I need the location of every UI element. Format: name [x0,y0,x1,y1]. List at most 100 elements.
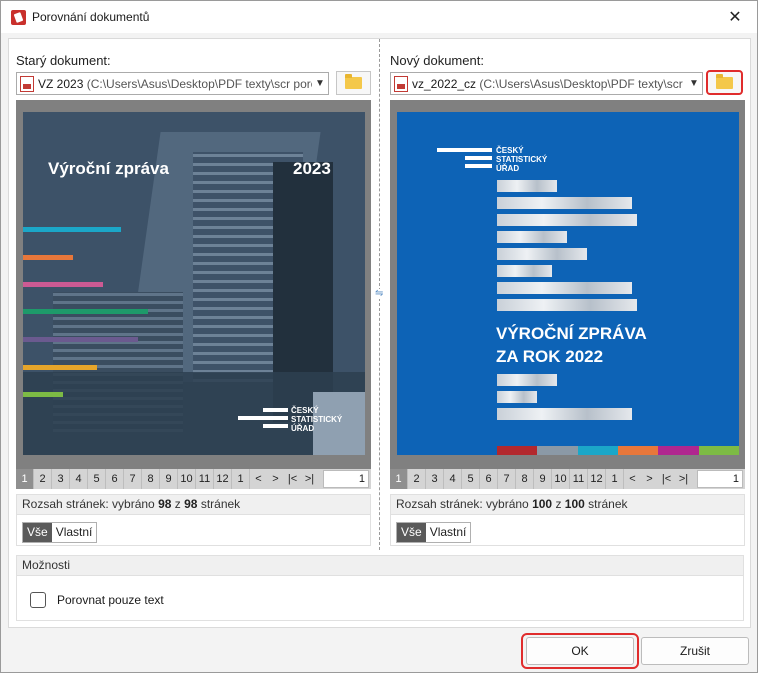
options-group: Možnosti Porovnat pouze text [16,555,744,621]
old-page-3[interactable]: 3 [52,469,70,489]
new-cover-footer-segment [698,446,739,455]
new-doc-select[interactable]: vz_2022_cz (C:\Users\Asus\Desktop\PDF te… [390,72,703,95]
new-logo-line3: ÚŘAD [496,164,520,173]
new-doc-cover: ČESKÝ STATISTICKÝ ÚŘAD VÝROČNÍ ZPRÁVA ZA… [397,112,739,455]
new-page-10[interactable]: 10 [552,469,570,489]
new-page-8[interactable]: 8 [516,469,534,489]
old-doc-page-input[interactable]: 1 [323,470,369,488]
first-page-icon[interactable]: |< [284,469,301,489]
new-doc-page-input[interactable]: 1 [697,470,743,488]
old-cover-bar [23,282,103,287]
folder-icon [345,74,362,89]
new-page-11[interactable]: 11 [570,469,588,489]
old-doc-preview: Výroční zpráva 2023 ČESKÝ STATISTICKÝ ÚŘ… [16,100,371,469]
title-bar: Porovnání dokumentů ✕ [1,1,757,33]
old-logo-line2: STATISTICKÝ [291,415,343,424]
chevron-down-icon[interactable]: ▼ [312,78,328,89]
close-icon[interactable]: ✕ [713,1,757,33]
new-cover-color-footer [497,446,739,455]
last-page-icon[interactable]: >| [301,469,318,489]
old-doc-browse-button[interactable] [336,71,371,95]
last-page-icon[interactable]: >| [675,469,692,489]
prev-page-icon[interactable]: < [624,469,641,489]
old-cover-bar [23,392,63,397]
new-cover-footer-segment [577,446,618,455]
new-range-custom-button[interactable]: Vlastní [425,523,471,542]
pdf-file-icon [394,75,408,92]
old-cover-bar [23,337,138,342]
new-cover-footer-segment [617,446,659,455]
old-page-1[interactable]: 1 [16,469,34,489]
old-range-text: Rozsah stránek: vybráno 98 z 98 stránek [17,495,370,515]
new-doc-file-path: (C:\Users\Asus\Desktop\PDF texty\scr po [476,76,686,91]
old-page-9[interactable]: 9 [160,469,178,489]
prev-page-icon[interactable]: < [250,469,267,489]
new-page-6[interactable]: 6 [480,469,498,489]
cancel-button[interactable]: Zrušit [641,637,749,665]
old-page-13[interactable]: 1 [232,469,250,489]
text-only-checkbox[interactable] [30,592,46,608]
old-doc-label: Starý dokument: [16,53,111,68]
old-cover-bar [23,227,121,232]
new-doc-file-name: vz_2022_cz [412,76,477,91]
new-page-12[interactable]: 12 [588,469,606,489]
old-cover-bar [23,365,97,370]
new-cover-footer-segment [497,446,538,455]
new-page-1[interactable]: 1 [390,469,408,489]
app-icon [11,10,26,25]
next-page-icon[interactable]: > [267,469,284,489]
ok-button[interactable]: OK [526,637,634,665]
old-cover-bar [23,255,73,260]
next-page-icon[interactable]: > [641,469,658,489]
new-range-text: Rozsah stránek: vybráno 100 z 100 stráne… [391,495,744,515]
new-page-2[interactable]: 2 [408,469,426,489]
old-doc-file-path: (C:\Users\Asus\Desktop\PDF texty\scr por… [83,76,312,91]
chevron-down-icon[interactable]: ▼ [686,78,702,89]
new-cover-title-line2: ZA ROK 2022 [496,347,604,366]
old-page-8[interactable]: 8 [142,469,160,489]
old-cover-bar [23,309,148,314]
old-page-7[interactable]: 7 [124,469,142,489]
folder-icon [716,73,733,89]
old-page-2[interactable]: 2 [34,469,52,489]
new-page-13[interactable]: 1 [606,469,624,489]
dialog-content: Starý dokument: VZ 2023 (C:\Users\Asus\D… [8,38,751,628]
new-range-toggle: Vše Vlastní [396,522,472,543]
text-only-label: Porovnat pouze text [57,593,164,607]
old-cover-title: Výroční zpráva [48,159,169,178]
old-doc-select[interactable]: VZ 2023 (C:\Users\Asus\Desktop\PDF texty… [16,72,329,95]
old-logo-line1: ČESKÝ [291,406,319,415]
old-page-6[interactable]: 6 [106,469,124,489]
first-page-icon[interactable]: |< [658,469,675,489]
old-range-toggle: Vše Vlastní [22,522,98,543]
options-heading: Možnosti [17,556,743,576]
new-page-4[interactable]: 4 [444,469,462,489]
new-doc-label: Nový dokument: [390,53,484,68]
pdf-file-icon [20,75,34,92]
old-doc-range: Rozsah stránek: vybráno 98 z 98 stránek … [16,494,371,546]
new-page-7[interactable]: 7 [498,469,516,489]
old-page-10[interactable]: 10 [178,469,196,489]
new-page-9[interactable]: 9 [534,469,552,489]
new-doc-pager: 1 2 3 4 5 6 7 8 9 10 11 12 1 < > |< >| [390,469,745,489]
new-page-5[interactable]: 5 [462,469,480,489]
old-range-custom-button[interactable]: Vlastní [51,523,97,542]
new-logo-line2: STATISTICKÝ [496,155,548,164]
old-logo-line3: ÚŘAD [291,424,315,433]
new-logo-line1: ČESKÝ [496,146,524,155]
new-cover-footer-segment [658,446,699,455]
old-doc-cover: Výroční zpráva 2023 ČESKÝ STATISTICKÝ ÚŘ… [23,112,365,455]
sync-scroll-icon[interactable]: ⇋ [375,289,385,299]
old-page-12[interactable]: 12 [214,469,232,489]
new-range-all-button[interactable]: Vše [397,523,426,542]
new-doc-range: Rozsah stránek: vybráno 100 z 100 stráne… [390,494,745,546]
compare-dialog: Porovnání dokumentů ✕ Starý dokument: VZ… [0,0,758,673]
new-cover-footer-segment [537,446,578,455]
new-page-3[interactable]: 3 [426,469,444,489]
old-cover-year: 2023 [293,159,331,178]
old-page-4[interactable]: 4 [70,469,88,489]
old-page-5[interactable]: 5 [88,469,106,489]
new-doc-browse-button[interactable] [706,70,743,95]
old-range-all-button[interactable]: Vše [23,523,52,542]
old-page-11[interactable]: 11 [196,469,214,489]
